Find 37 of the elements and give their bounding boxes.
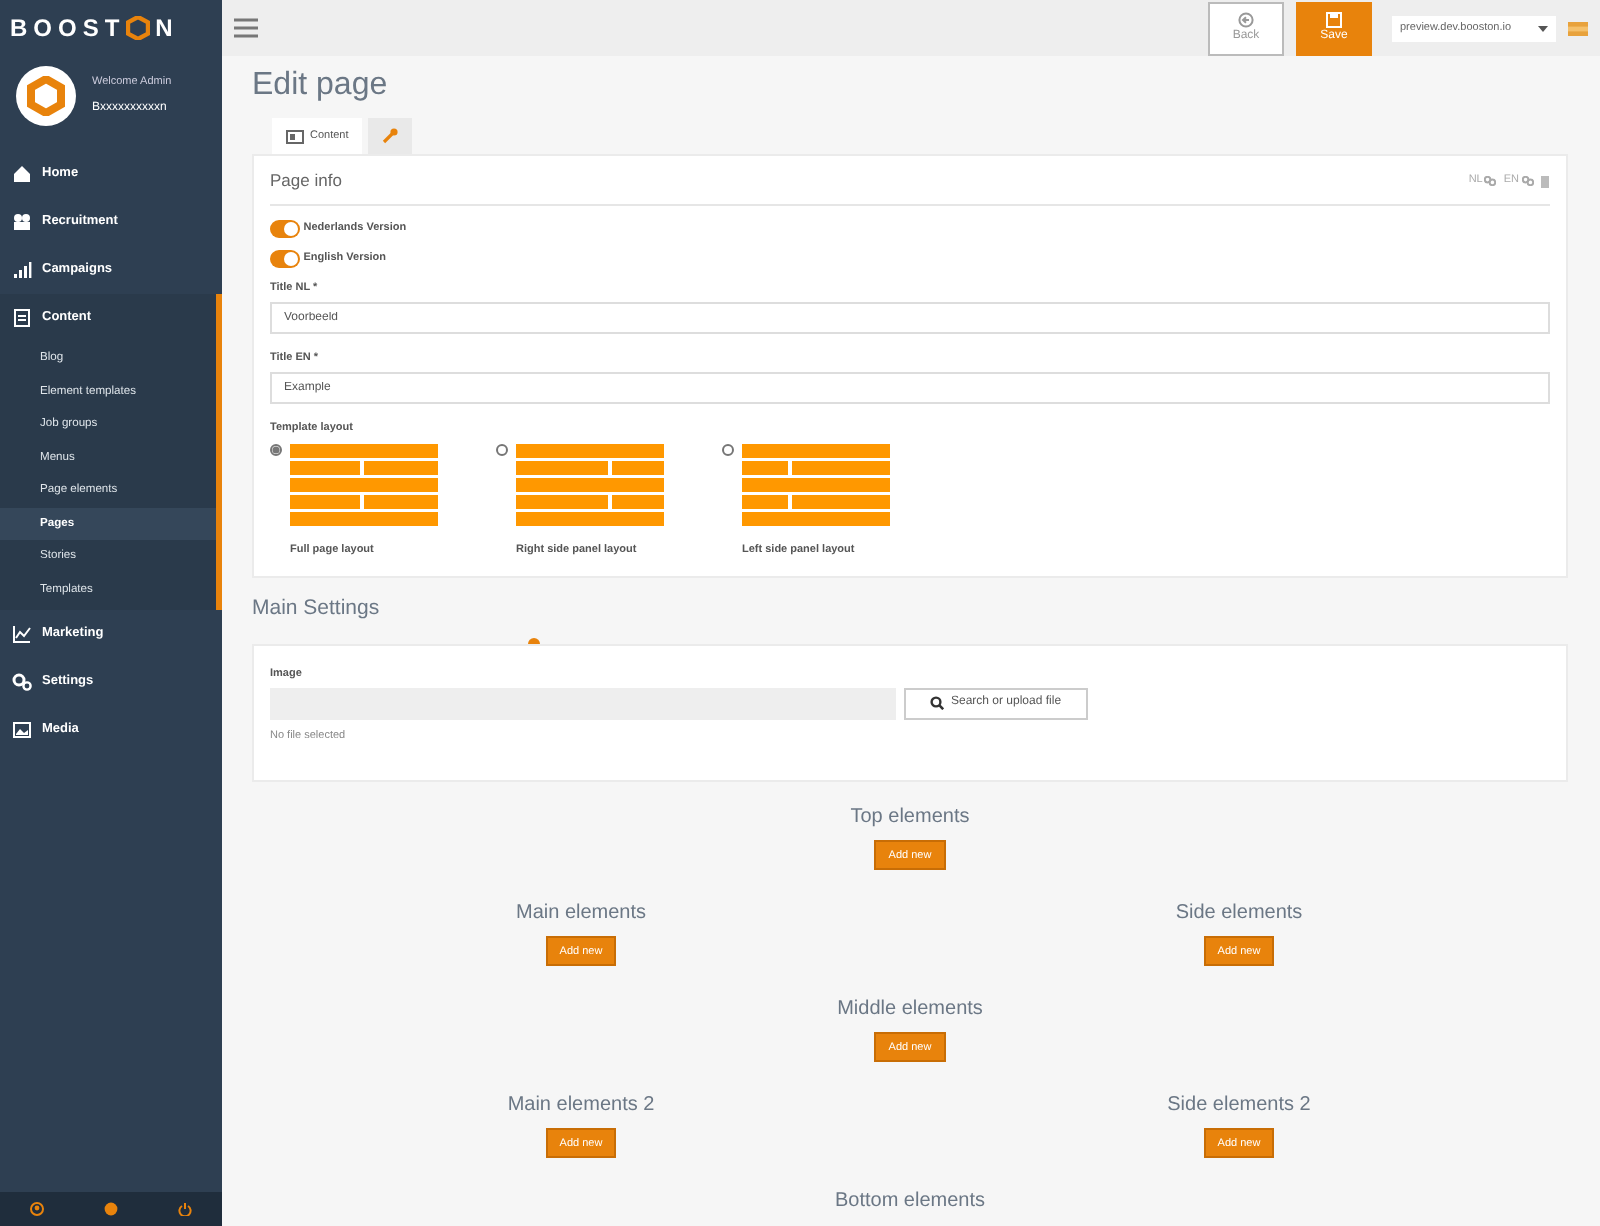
user-icon[interactable]	[30, 1202, 44, 1216]
hexagon-logo-icon	[26, 76, 66, 116]
radio-button[interactable]	[270, 443, 282, 456]
page-title: Edit page	[252, 66, 390, 105]
caret-icon	[1538, 25, 1548, 31]
gears-icon	[12, 672, 32, 692]
radio-button[interactable]	[496, 443, 508, 456]
toggle-switch[interactable]	[270, 219, 300, 238]
house-icon	[12, 164, 32, 184]
section-title: Main elements	[515, 902, 647, 927]
section-title: Main elements 2	[507, 1094, 655, 1119]
picture-icon	[12, 720, 32, 740]
wrench-icon	[382, 128, 399, 145]
link-icon	[1484, 176, 1497, 187]
back-arrow-icon	[1238, 11, 1254, 27]
search-icon	[929, 696, 943, 711]
section-title: Main Settings	[252, 593, 382, 624]
radio-button[interactable]	[722, 443, 734, 456]
section-title: Side elements 2	[1167, 1094, 1311, 1119]
document-icon	[12, 308, 32, 328]
layout-icon	[286, 129, 304, 144]
section-title: Side elements	[1175, 902, 1303, 927]
section-title: Middle elements	[837, 998, 983, 1023]
people-icon	[12, 212, 32, 232]
tab[interactable]	[368, 118, 413, 155]
section-title: Bottom elements	[834, 1190, 986, 1215]
line-chart-icon	[12, 624, 32, 644]
toggle-switch[interactable]	[270, 249, 300, 268]
section-title: Top elements	[850, 806, 970, 831]
power-icon[interactable]	[178, 1202, 192, 1216]
hexagon-logo-icon	[125, 16, 150, 40]
link-icon	[1521, 176, 1533, 187]
logo-text: BOOST	[10, 12, 126, 46]
logo-text: N	[155, 12, 179, 46]
menu-icon[interactable]	[234, 18, 258, 38]
signal-bars-icon	[12, 260, 32, 280]
card-title: Page info	[270, 168, 342, 194]
